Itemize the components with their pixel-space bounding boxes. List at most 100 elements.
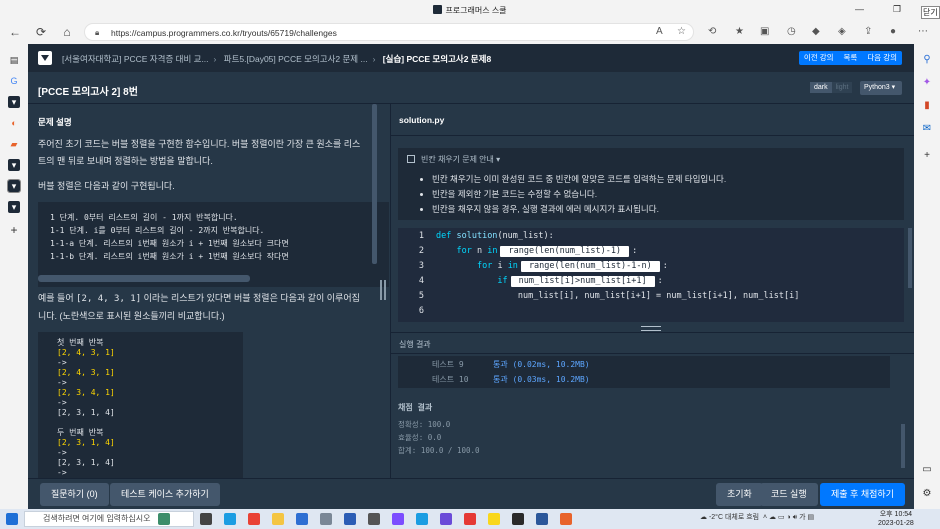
taskbar: 검색하려면 여기에 입력하십시오 ☁ -2°C 대체로 흐림 ˄ ☁ ▭ ◑ 🔊… (0, 509, 940, 529)
add-icon[interactable]: + (921, 150, 933, 162)
edge-icon[interactable] (224, 513, 236, 525)
search-icon[interactable]: ⚲ (921, 54, 933, 66)
app-icon[interactable] (320, 513, 332, 525)
chrome-icon[interactable] (248, 513, 260, 525)
app-icon[interactable] (440, 513, 452, 525)
tab-manager-icon[interactable]: ▤ (8, 54, 20, 66)
breadcrumb-part[interactable]: 파트5.[Day05] PCCE 모의고사2 문제 ... (224, 54, 368, 64)
add-tab-icon[interactable]: + (8, 224, 20, 236)
task-view-icon[interactable] (200, 513, 212, 525)
file-explorer-icon[interactable] (272, 513, 284, 525)
collections-icon[interactable]: ▣ (760, 26, 769, 37)
description-paragraph: 버블 정렬은 다음과 같이 구현됩니다. (38, 181, 175, 191)
app-icon[interactable] (344, 513, 356, 525)
office-icon[interactable]: ▮ (921, 100, 933, 112)
back-icon[interactable]: ← (8, 25, 22, 39)
wallet-icon[interactable]: ◈ (838, 26, 846, 37)
results-scrollbar[interactable] (901, 424, 905, 468)
breadcrumb: [서울여자대학교] PCCE 자격증 대비 교... › 파트5.[Day05] … (62, 53, 491, 65)
settings-icon[interactable] (368, 513, 380, 525)
close-button[interactable]: 닫기 (921, 6, 940, 19)
example-line: -> (57, 398, 67, 407)
next-lesson-button[interactable]: 다음 강의 (862, 51, 902, 65)
app-icon[interactable]: ◐ (8, 117, 20, 129)
favorite-icon[interactable]: ☆ (677, 26, 686, 37)
example-line: [2, 3, 1, 4] (57, 438, 115, 447)
theme-light-button[interactable]: light (831, 82, 853, 93)
weather-icon: ☁ (700, 514, 707, 521)
guide-item: 빈칸을 채우지 않을 경우, 실행 결과에 에러 메시지가 표시됩니다. (432, 202, 726, 217)
section-title: 문제 설명 (38, 117, 72, 127)
app-icon[interactable] (392, 513, 404, 525)
run-code-button[interactable]: 코드 실행 (760, 483, 818, 506)
code-line: 1-1-b 단계. 리스트의 i번째 원소가 i + 1번째 원소보다 작다면 (50, 252, 289, 261)
action-bar: 질문하기 (0) 테스트 케이스 추가하기 초기화 코드 실행 제출 후 채점하… (28, 478, 914, 509)
avatar[interactable]: ● (890, 26, 896, 37)
read-aloud-icon[interactable]: A (656, 26, 663, 37)
blank-input[interactable]: num_list[i]>num_list[i+1] (510, 276, 655, 287)
guide-header[interactable]: 빈칸 채우기 문제 안내 ▾ (407, 154, 500, 165)
programmers-icon[interactable]: ▾ (8, 201, 20, 213)
history-icon[interactable]: ◷ (787, 26, 796, 37)
minimize-icon[interactable]: — (855, 4, 864, 14)
copilot-icon[interactable]: ✦ (921, 77, 933, 89)
breadcrumb-course[interactable]: [서울여자대학교] PCCE 자격증 대비 교... (62, 54, 209, 64)
app-icon[interactable] (416, 513, 428, 525)
bookmark-icon[interactable]: ▰ (8, 138, 20, 150)
score-line: 정확성: 100.0 (398, 420, 451, 429)
programmers-icon[interactable]: ▾ (7, 179, 21, 193)
app-icon[interactable] (512, 513, 524, 525)
store-icon[interactable] (296, 513, 308, 525)
problem-scrollbar[interactable] (372, 104, 377, 264)
clock[interactable]: 오후 10:54 2023-01-28 (878, 510, 914, 528)
add-test-case-button[interactable]: 테스트 케이스 추가하기 (110, 483, 220, 506)
fill-blank-guide: 빈칸 채우기 문제 안내 ▾ 빈칸 채우기는 이미 완성된 코드 중 빈칸에 알… (398, 148, 904, 220)
favicon-icon (433, 5, 443, 14)
app-icon[interactable] (464, 513, 476, 525)
refresh-extension-icon[interactable]: ⟲ (708, 26, 716, 37)
language-select[interactable]: Python3 ▾ (860, 81, 902, 95)
windows-start-icon[interactable] (6, 513, 18, 525)
theme-dark-button[interactable]: dark (810, 82, 832, 93)
results-list: 테스트 9 통과 (0.02ms, 10.2MB) 테스트 10 통과 (0.03m… (398, 356, 890, 388)
window-title: 프로그래머스 스쿨 (0, 5, 940, 16)
more-icon[interactable]: ⋯ (918, 26, 928, 37)
search-highlight-icon[interactable] (158, 513, 170, 525)
editor-scrollbar[interactable] (908, 228, 912, 288)
submit-button[interactable]: 제출 후 채점하기 (820, 483, 905, 506)
code-line: 1-1-a 단계. 리스트의 i번째 원소가 i + 1번째 원소보다 크다면 (50, 239, 289, 248)
reset-button[interactable]: 초기화 (716, 483, 763, 506)
example-line (57, 418, 243, 428)
sidebar-toggle-icon[interactable]: ▭ (921, 464, 933, 476)
file-tab: solution.py (391, 104, 914, 136)
google-icon[interactable]: G (8, 75, 20, 87)
share-icon[interactable]: ⇪ (864, 26, 872, 37)
horizontal-scrollbar[interactable] (38, 275, 250, 282)
resize-handle[interactable] (641, 326, 661, 331)
blank-input[interactable]: range(len(num_list)-1) (500, 246, 630, 257)
score-line: 효율성: 0.0 (398, 433, 442, 442)
guide-list: 빈칸 채우기는 이미 완성된 코드 중 빈칸에 알맞은 코드를 입력하는 문제 … (432, 172, 726, 217)
ask-question-button[interactable]: 질문하기 (0) (40, 483, 109, 506)
word-icon[interactable] (536, 513, 548, 525)
extension-icon[interactable]: ◆ (812, 26, 820, 37)
programmers-logo[interactable] (38, 51, 52, 65)
score-title: 채점 결과 (398, 403, 433, 412)
example-line: [2, 4, 3, 1] (57, 348, 115, 357)
maximize-icon[interactable]: ❐ (893, 4, 901, 15)
kakaotalk-icon[interactable] (488, 513, 500, 525)
list-button[interactable]: 목록 (839, 51, 863, 65)
prev-lesson-button[interactable]: 이전 강의 (799, 51, 839, 65)
resize-handle[interactable] (380, 280, 386, 300)
settings-icon[interactable]: ⚙ (921, 488, 933, 500)
programmers-icon[interactable]: ▾ (8, 159, 20, 171)
outlook-icon[interactable]: ✉ (921, 123, 933, 135)
url-field[interactable]: 🔒︎ https://campus.programmers.co.kr/tryo… (84, 23, 694, 41)
code-editor[interactable]: 1 def solution(num_list): 2 for n in range… (398, 228, 904, 322)
refresh-icon[interactable]: ⟳ (34, 25, 48, 39)
app-icon[interactable] (560, 513, 572, 525)
programmers-icon[interactable]: ▾ (8, 96, 20, 108)
home-icon[interactable]: ⌂ (60, 25, 74, 39)
blank-input[interactable]: range(len(num_list)-1-n) (520, 261, 660, 272)
favorites-icon[interactable]: ★ (735, 26, 744, 37)
